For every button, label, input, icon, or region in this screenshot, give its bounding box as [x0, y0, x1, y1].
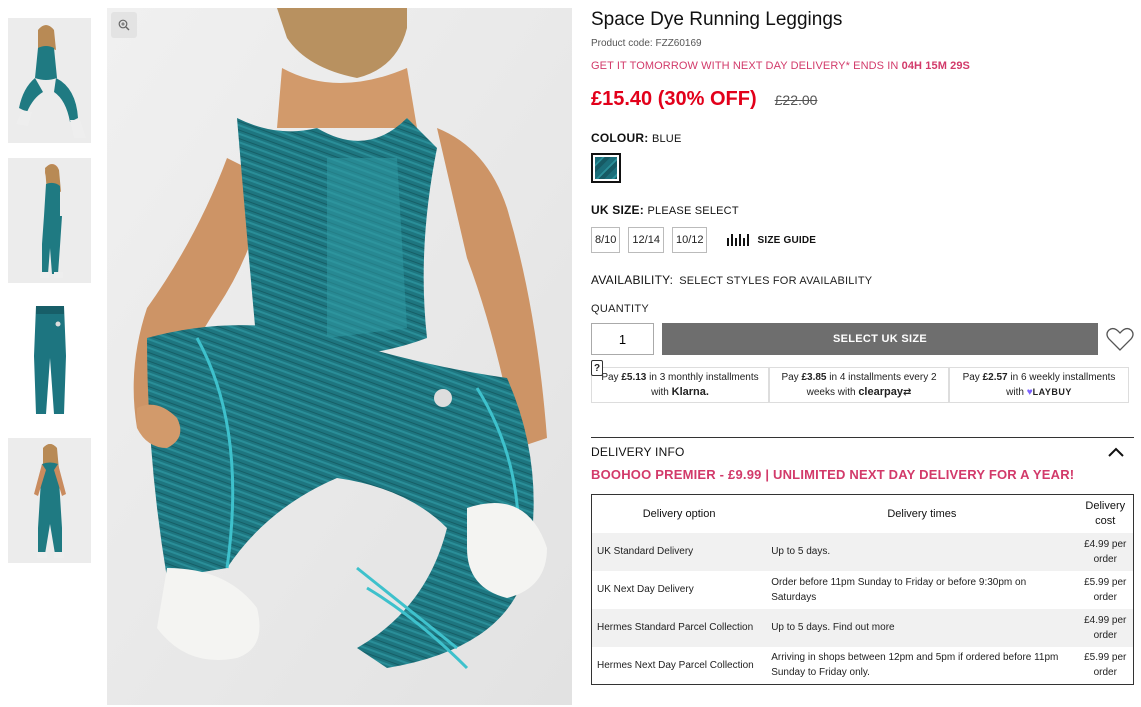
- size-value: PLEASE SELECT: [647, 205, 739, 217]
- delivery-option: Hermes Next Day Parcel Collection: [597, 659, 754, 671]
- colour-label-text: COLOUR:: [591, 131, 649, 145]
- delivery-promo: GET IT TOMORROW WITH NEXT DAY DELIVERY* …: [591, 60, 1136, 72]
- clearpay-amount: £3.85: [801, 371, 827, 383]
- current-price: £15.40 (30% OFF): [591, 88, 757, 110]
- delivery-cost: £4.99 per order: [1077, 608, 1134, 647]
- delivery-table: Delivery option Delivery times Delivery …: [591, 494, 1134, 685]
- thumbnail-3[interactable]: [8, 298, 91, 423]
- klarna-pre: Pay: [601, 371, 622, 383]
- clearpay-logo: clearpay: [858, 385, 903, 398]
- availability-value: SELECT STYLES FOR AVAILABILITY: [679, 275, 873, 287]
- delivery-times: Up to 5 days.: [766, 532, 1078, 571]
- table-row: UK Standard Delivery Up to 5 days. £4.99…: [591, 532, 1134, 571]
- laybuy-option[interactable]: Pay £2.57 in 6 weekly installments with …: [949, 367, 1129, 403]
- klarna-amount: £5.13: [621, 371, 647, 383]
- table-row: UK Next Day Delivery Order before 11pm S…: [592, 571, 1134, 609]
- delivery-times[interactable]: Up to 5 days. Find out more: [766, 608, 1078, 647]
- promo-text: GET IT TOMORROW WITH NEXT DAY DELIVERY* …: [591, 60, 902, 72]
- thumbnail-1[interactable]: [8, 18, 91, 143]
- delivery-cost: £5.99 per order: [1084, 576, 1127, 603]
- delivery-times: Order before 11pm Sunday to Friday or be…: [771, 576, 1027, 603]
- klarna-text: Pay £5.13 in 3 monthly installments with…: [596, 371, 764, 400]
- was-price: £22.00: [774, 92, 818, 108]
- delivery-title: DELIVERY INFO: [591, 445, 685, 459]
- delivery-option: UK Standard Delivery: [591, 532, 767, 571]
- size-option[interactable]: 8/10: [591, 227, 621, 253]
- delivery-option: Hermes Standard Parcel Collection: [591, 608, 767, 647]
- laybuy-logo: LAYBUY: [1032, 386, 1072, 397]
- swatch-image: [595, 157, 617, 179]
- payment-options: ? Pay £5.13 in 3 monthly installments wi…: [591, 360, 1136, 403]
- size-guide-label: SIZE GUIDE: [757, 234, 817, 246]
- delivery-times: Arriving in shops between 12pm and 5pm i…: [771, 652, 1059, 679]
- thumbnail-list: [8, 18, 92, 578]
- laybuy-amount: £2.57: [982, 371, 1008, 383]
- payment-help-icon[interactable]: ?: [591, 360, 603, 376]
- price-row: £15.40 (30% OFF) £22.00: [591, 88, 1136, 111]
- laybuy-pre: Pay: [962, 371, 983, 383]
- column-header: Delivery cost: [1085, 499, 1126, 527]
- thumbnail-2[interactable]: [8, 158, 91, 283]
- size-option[interactable]: 12/14: [628, 227, 664, 253]
- colour-swatch-blue[interactable]: [591, 153, 621, 183]
- select-size-button[interactable]: SELECT UK SIZE: [662, 323, 1098, 355]
- table-row: Hermes Standard Parcel Collection Up to …: [591, 608, 1134, 647]
- klarna-option[interactable]: Pay £5.13 in 3 monthly installments with…: [591, 367, 769, 403]
- zoom-icon: [118, 19, 130, 31]
- clearpay-arrow-icon: ⇄: [902, 386, 912, 398]
- table-row: Hermes Next Day Parcel Collection Arrivi…: [592, 647, 1134, 685]
- main-product-image[interactable]: [107, 8, 572, 705]
- clearpay-text: Pay £3.85 in 4 installments every 2 week…: [774, 371, 944, 400]
- wishlist-heart-icon[interactable]: [1105, 324, 1135, 354]
- column-header: Delivery option: [642, 507, 716, 520]
- delivery-option: UK Next Day Delivery: [597, 584, 694, 595]
- clearpay-option[interactable]: Pay £3.85 in 4 installments every 2 week…: [769, 367, 949, 403]
- product-details-panel: Space Dye Running Leggings Product code:…: [591, 8, 1136, 685]
- product-title: Space Dye Running Leggings: [591, 9, 843, 30]
- promo-countdown: 04H 15M 29S: [901, 60, 970, 72]
- add-to-bag-row: SELECT UK SIZE: [591, 323, 1136, 355]
- size-option[interactable]: 10/12: [671, 227, 708, 253]
- clearpay-pre: Pay: [781, 371, 802, 383]
- quantity-label: QUANTITY: [591, 303, 650, 315]
- size-label: UK SIZE: PLEASE SELECT: [591, 203, 1136, 217]
- colour-label: COLOUR: BLUE: [591, 131, 1136, 145]
- availability-label: AVAILABILITY:: [591, 273, 674, 287]
- chevron-up-icon[interactable]: [1108, 447, 1124, 457]
- delivery-cost: £4.99 per order: [1077, 532, 1134, 571]
- size-options: 8/10 12/14 10/12 SIZE GUIDE: [591, 227, 1136, 253]
- product-code: Product code: FZZ60169: [591, 38, 702, 49]
- ruler-icon: [727, 234, 750, 246]
- klarna-logo: Klarna.: [671, 385, 709, 398]
- premier-promo[interactable]: BOOHOO PREMIER - £9.99 | UNLIMITED NEXT …: [591, 467, 1134, 482]
- laybuy-text: Pay £2.57 in 6 weekly installments with …: [954, 371, 1124, 400]
- column-header: Delivery times: [887, 507, 957, 520]
- size-guide-link[interactable]: SIZE GUIDE: [727, 234, 816, 246]
- size-label-text: UK SIZE:: [591, 203, 644, 217]
- quantity-input[interactable]: [591, 323, 654, 355]
- delivery-section: DELIVERY INFO BOOHOO PREMIER - £9.99 | U…: [591, 437, 1134, 685]
- availability: AVAILABILITY: SELECT STYLES FOR AVAILABI…: [591, 273, 1136, 287]
- colour-value: BLUE: [651, 133, 682, 145]
- zoom-button[interactable]: [111, 12, 137, 38]
- delivery-header[interactable]: DELIVERY INFO: [591, 445, 1134, 459]
- delivery-cost: £5.99 per order: [1084, 652, 1127, 679]
- thumbnail-4[interactable]: [8, 438, 91, 563]
